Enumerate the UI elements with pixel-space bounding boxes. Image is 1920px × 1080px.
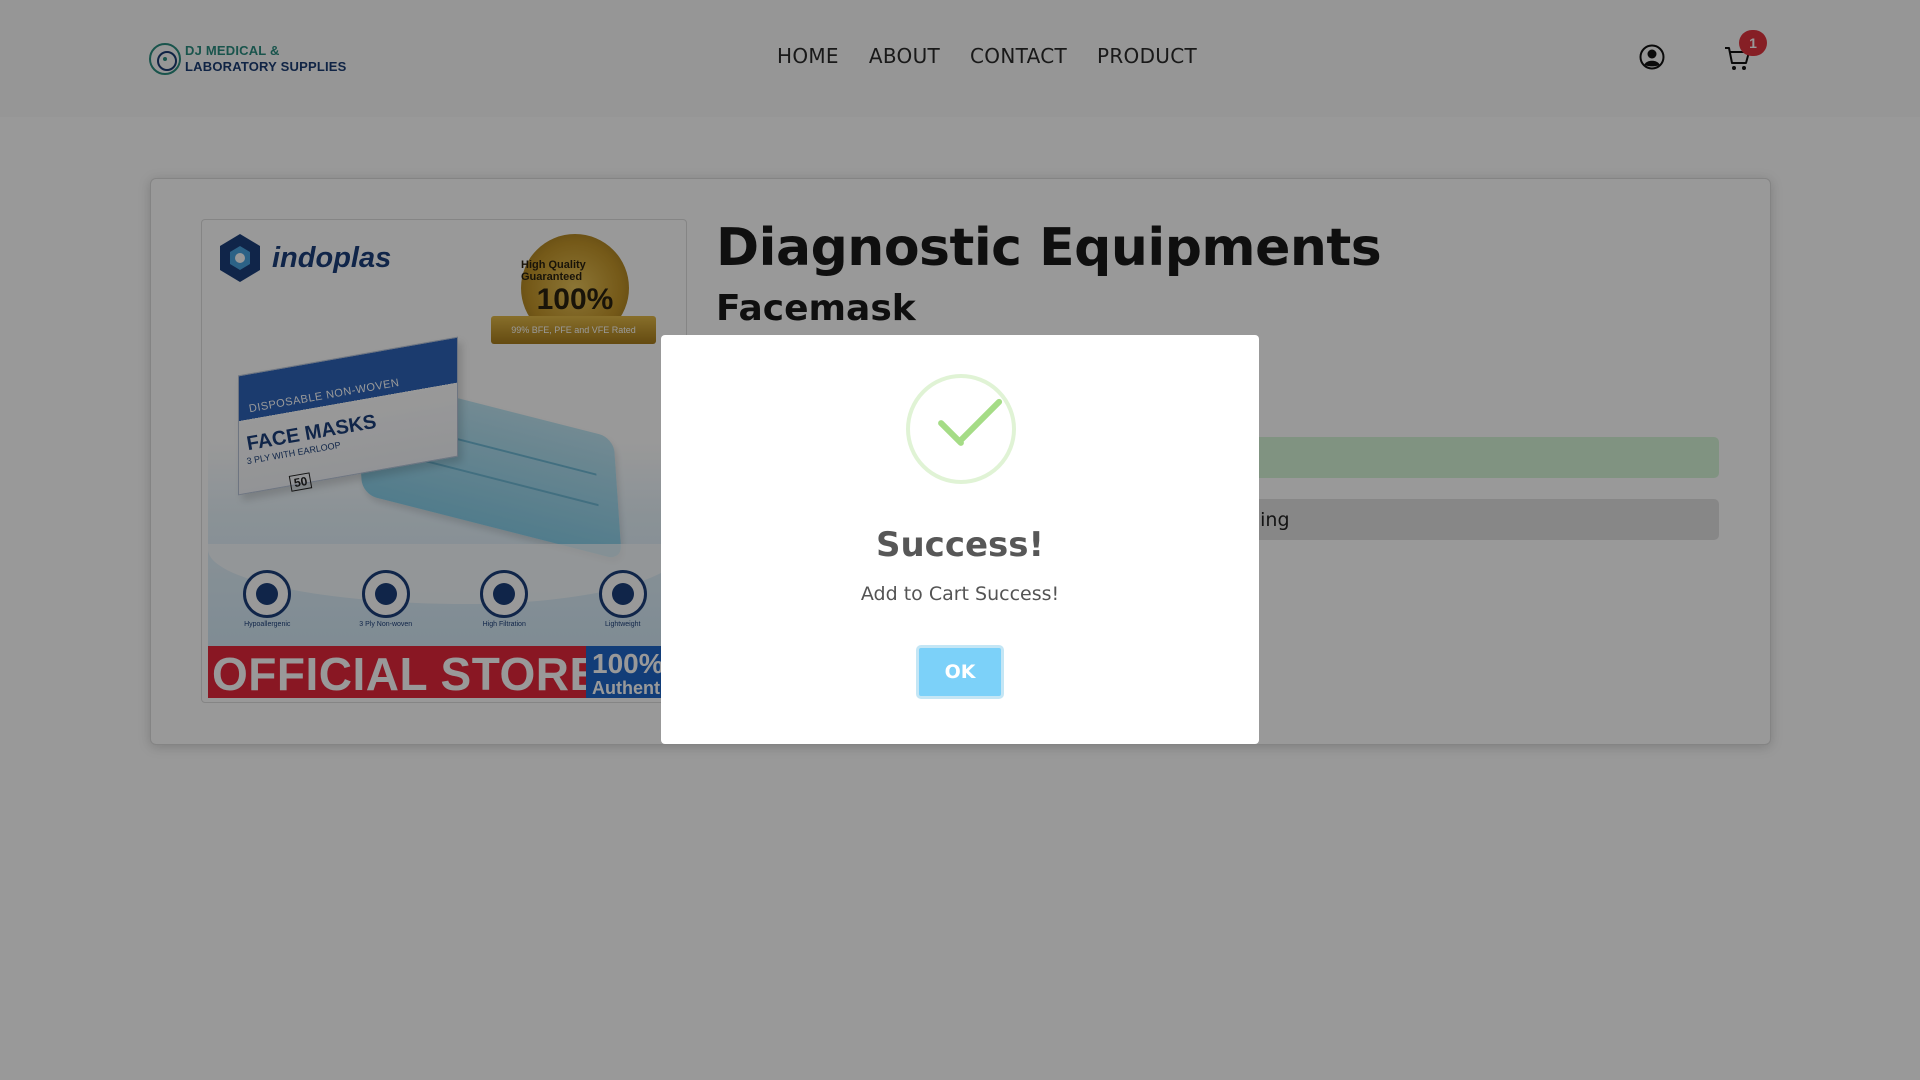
dialog-title: Success! <box>875 525 1045 565</box>
success-dialog: Success! Add to Cart Success! OK <box>661 335 1259 744</box>
check-stroke-long <box>956 397 1004 445</box>
success-check-icon <box>906 374 1016 484</box>
dialog-message: Add to Cart Success! <box>860 583 1060 605</box>
ok-button[interactable]: OK <box>916 645 1004 699</box>
